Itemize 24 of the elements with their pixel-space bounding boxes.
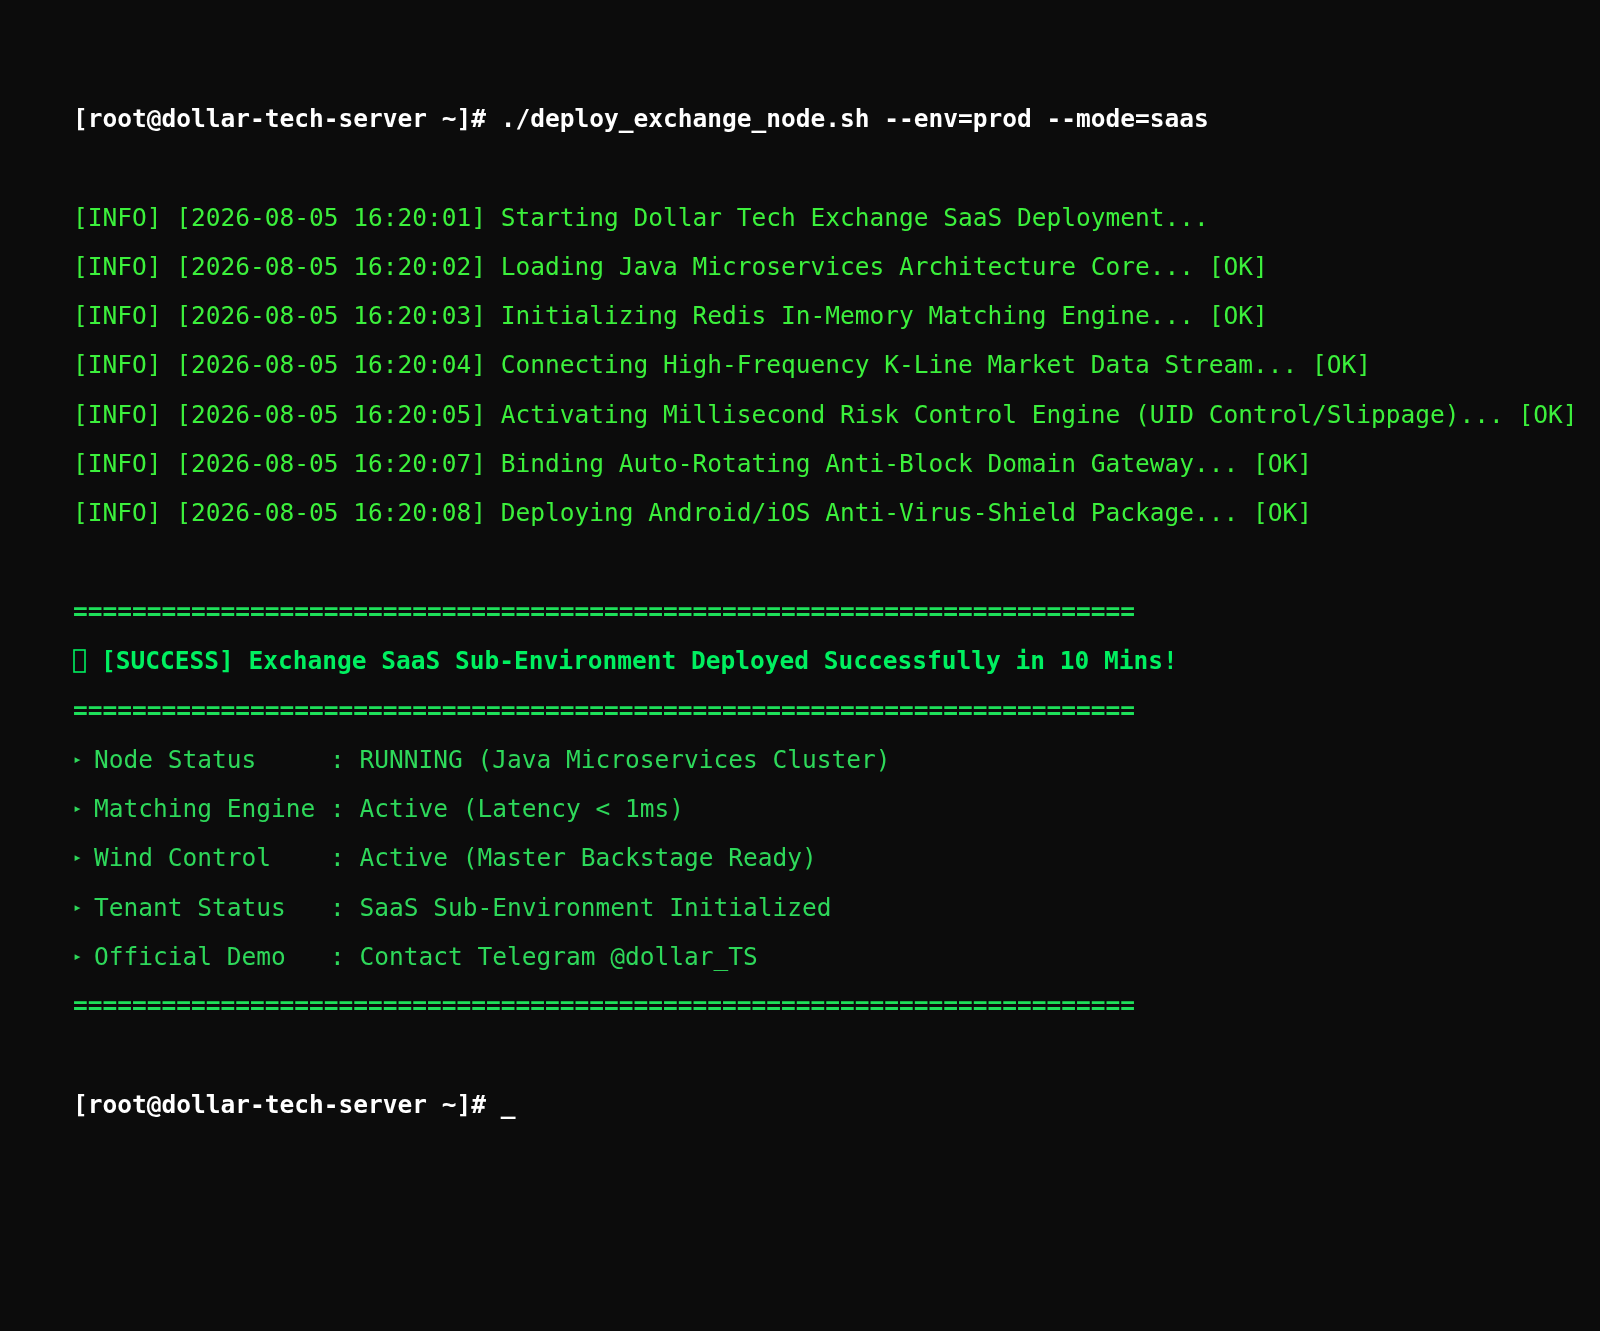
log-line: [INFO] [2026-08-05 16:20:01] Starting Dollar Tech Exchange SaaS Deployment... <box>73 201 1209 234</box>
bullet-marker: ▸ <box>73 847 83 869</box>
status-line: Wind Control : Active (Master Backstage Ready) <box>94 842 817 875</box>
bullet-marker: ▸ <box>73 896 83 918</box>
prompt-line: [root@dollar-tech-server ~]# _ <box>73 1088 516 1121</box>
bullet-marker: ▸ <box>73 798 83 820</box>
missing-glyph-icon <box>73 648 86 673</box>
separator-line: ======================================================================== <box>73 990 1136 1023</box>
log-line: [INFO] [2026-08-05 16:20:08] Deploying Android/iOS Anti-Virus-Shield Package... [OK] <box>73 497 1313 530</box>
log-line: [INFO] [2026-08-05 16:20:03] Initializing Redis In-Memory Matching Engine... [OK] <box>73 300 1268 333</box>
status-line: Tenant Status : SaaS Sub-Environment Initialized <box>94 891 832 924</box>
status-line: Node Status : RUNNING (Java Microservices Cluster) <box>94 743 891 776</box>
separator-line: ======================================================================== <box>73 694 1136 727</box>
log-line: [INFO] [2026-08-05 16:20:07] Binding Auto-Rotating Anti-Block Domain Gateway... [OK] <box>73 448 1313 481</box>
bullet-marker: ▸ <box>73 748 83 770</box>
bullet-marker: ▸ <box>73 946 83 968</box>
log-line: [INFO] [2026-08-05 16:20:04] Connecting High-Frequency K-Line Market Data Stream... [OK] <box>73 349 1372 382</box>
log-line: [INFO] [2026-08-05 16:20:05] Activating Millisecond Risk Control Engine (UID Control/Slippage)... [OK] <box>73 398 1578 431</box>
separator-line: ======================================================================== <box>73 595 1136 628</box>
success-message: [SUCCESS] Exchange SaaS Sub-Environment Deployed Successfully in 10 Mins! <box>101 645 1178 678</box>
status-line: Official Demo : Contact Telegram @dollar_TS <box>94 941 758 974</box>
command-line: [root@dollar-tech-server ~]# ./deploy_exchange_node.sh --env=prod --mode=saas <box>73 103 1209 135</box>
log-line: [INFO] [2026-08-05 16:20:02] Loading Java Microservices Architecture Core... [OK] <box>73 250 1268 283</box>
status-line: Matching Engine : Active (Latency < 1ms) <box>94 793 685 826</box>
